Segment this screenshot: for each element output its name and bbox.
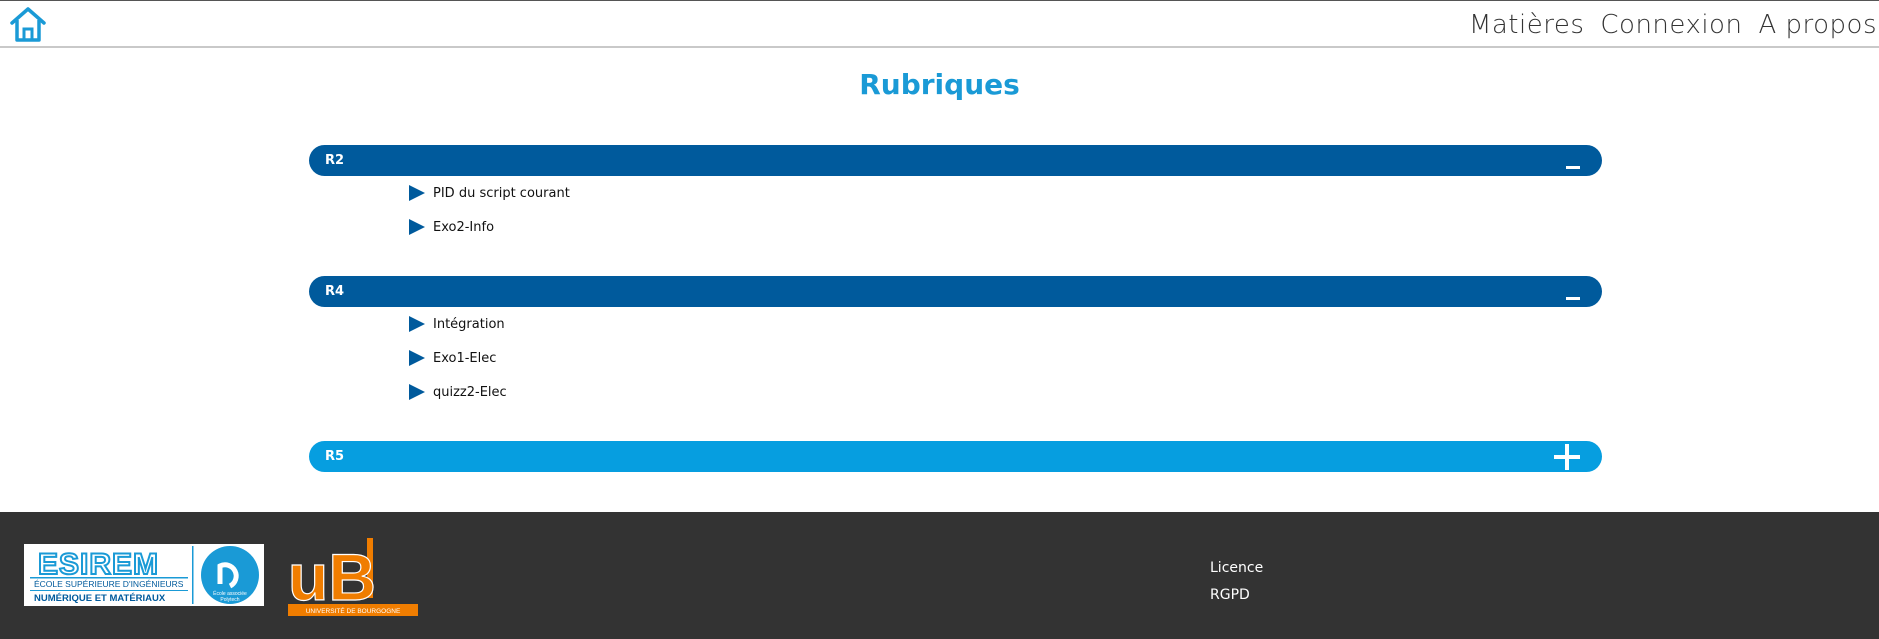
section-r2: R2 PID du script courant Exo2-Info [309, 145, 1602, 244]
section-r5: R5 [309, 441, 1602, 472]
section-r4: R4 Intégration Exo1-Elec quizz2-Elec [309, 276, 1602, 409]
play-arrow-icon [409, 219, 425, 235]
list-item[interactable]: Intégration [409, 307, 1602, 341]
footer-link-rgpd[interactable]: RGPD [1210, 586, 1263, 613]
play-arrow-icon [409, 316, 425, 332]
footer: ESIREM ÉCOLE SUPÉRIEURE D'INGÉNIEURS NUM… [0, 512, 1879, 639]
item-label: Exo1-Elec [433, 350, 497, 366]
play-arrow-icon [409, 384, 425, 400]
list-item[interactable]: Exo1-Elec [409, 341, 1602, 375]
home-button[interactable] [8, 4, 48, 44]
section-label: R2 [325, 153, 345, 168]
list-item[interactable]: quizz2-Elec [409, 375, 1602, 409]
footer-links: Licence RGPD [1210, 559, 1263, 613]
section-header-r5[interactable]: R5 [309, 441, 1602, 472]
section-label: R5 [325, 449, 345, 464]
item-label: Intégration [433, 316, 505, 332]
svg-text:UNIVERSITÉ DE BOURGOGNE: UNIVERSITÉ DE BOURGOGNE [306, 606, 401, 615]
nav-link-connexion[interactable]: Connexion [1600, 7, 1742, 43]
section-label: R4 [325, 284, 345, 299]
collapse-icon[interactable] [1550, 145, 1580, 176]
list-item[interactable]: PID du script courant [409, 176, 1602, 210]
esirem-logo[interactable]: ESIREM ÉCOLE SUPÉRIEURE D'INGÉNIEURS NUM… [24, 544, 264, 606]
svg-text:ÉCOLE SUPÉRIEURE D'INGÉNIEURS: ÉCOLE SUPÉRIEURE D'INGÉNIEURS [34, 579, 184, 589]
item-label: Exo2-Info [433, 219, 495, 235]
svg-text:uB: uB [288, 540, 376, 614]
item-label: quizz2-Elec [433, 384, 507, 400]
play-arrow-icon [409, 350, 425, 366]
svg-text:Polytech: Polytech [220, 597, 239, 603]
svg-text:NUMÉRIQUE ET MATÉRIAUX: NUMÉRIQUE ET MATÉRIAUX [34, 593, 166, 604]
play-arrow-icon [409, 185, 425, 201]
footer-link-licence[interactable]: Licence [1210, 559, 1263, 586]
expand-icon[interactable] [1550, 441, 1580, 472]
nav-link-a-propos[interactable]: A propos [1758, 7, 1877, 43]
svg-text:École associée: École associée [213, 590, 247, 597]
top-navbar: Matières Connexion A propos [0, 0, 1879, 48]
collapse-icon[interactable] [1550, 276, 1580, 307]
svg-text:ESIREM: ESIREM [38, 548, 159, 581]
main-nav: Matières Connexion A propos [1469, 7, 1877, 43]
section-header-r2[interactable]: R2 [309, 145, 1602, 176]
universite-bourgogne-logo[interactable]: uB UNIVERSITÉ DE BOURGOGNE [287, 536, 418, 618]
item-label: PID du script courant [433, 185, 570, 201]
list-item[interactable]: Exo2-Info [409, 210, 1602, 244]
home-icon [10, 7, 46, 42]
nav-link-matieres[interactable]: Matières [1469, 7, 1584, 43]
section-header-r4[interactable]: R4 [309, 276, 1602, 307]
page-title: Rubriques [859, 68, 1020, 101]
